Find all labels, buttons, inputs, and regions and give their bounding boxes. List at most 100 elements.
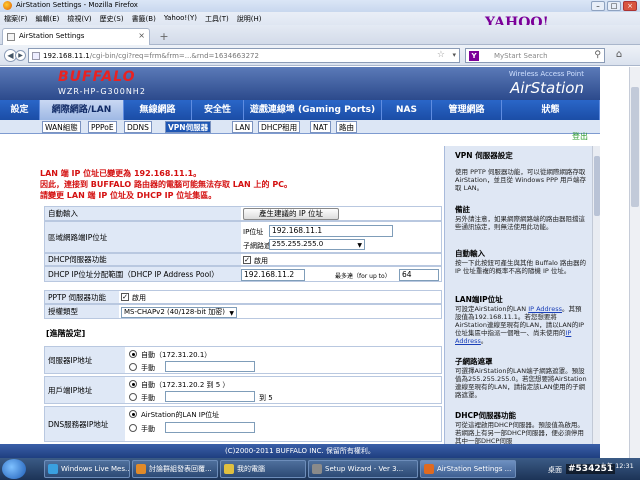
sub-nav-item[interactable]: PPPoE [88,121,117,133]
main-nav-item[interactable]: 管理網路 [432,100,502,120]
tab-airstation-settings[interactable]: AirStation Settings × [2,28,150,45]
client-ip-auto-radio[interactable] [129,380,137,388]
taskbar-item[interactable]: 討論群組發表回覆... [132,460,218,478]
logout-link[interactable]: 登出 [572,131,588,142]
ip-address-label: IP位址 [243,228,264,236]
menu-item[interactable]: 說明(H) [237,14,262,24]
taskbar-item[interactable]: AirStation Settings ... [420,460,516,478]
bookmark-star-icon[interactable]: ☆ [437,50,445,60]
menu-item[interactable]: 檔案(F) [4,14,28,24]
sub-nav: WAN組態 PPPoE DDNS VPN伺服器 LAN DHCP租用 NAT 路由 [0,120,600,134]
main-nav-item[interactable]: 設定 [0,100,40,120]
main-nav-item[interactable]: 安全性 [192,100,244,120]
taskbar-item[interactable]: Setup Wizard - Ver 3... [308,460,418,478]
dns-manual-radio[interactable] [129,424,137,432]
model-name: WZR-HP-G300NH2 [58,87,146,96]
url-dropdown-icon[interactable]: ▾ [452,51,456,59]
menu-item[interactable]: 編輯(E) [36,14,60,24]
url-host: 192.168.11.1 [43,52,90,60]
sub-nav-item[interactable]: DHCP租用 [258,121,301,133]
page-scrollbar[interactable] [629,67,640,458]
server-ip-manual-radio[interactable] [129,363,137,371]
lan-ip-label: 區域網路端IP位址 [45,222,241,252]
client-ip-manual-input[interactable] [165,391,255,402]
close-tab-icon[interactable]: × [138,31,145,40]
help-title: VPN 伺服器設定 [455,151,513,160]
help-subnet-text: 可選擇AirStation的LAN端子網路遮罩。預設值為255.255.255.… [455,367,587,399]
main-nav: 設定 網際網路/LAN 無線網路 安全性 遊戲連線埠 (Gaming Ports) NAS… [0,100,600,120]
start-button[interactable] [2,459,26,479]
url-bar[interactable]: 192.168.11.1/cgi-bin/cgi?req=frm&frm=...… [28,48,460,63]
dhcp-count-input[interactable]: 64 [399,269,439,281]
ip-address-link[interactable]: IP Address [528,305,562,313]
close-button[interactable]: × [623,1,637,11]
help-dhcp-title: DHCP伺服器功能 [455,411,517,420]
taskbar-item-label: Windows Live Mes... [61,465,130,473]
window-title: AirStation Settings - Mozilla Firefox [16,1,138,9]
navigation-bar: ◀ ▶ 192.168.11.1/cgi-bin/cgi?req=frm&frm… [0,45,640,66]
sub-nav-item[interactable]: NAT [310,121,331,133]
server-ip-manual-input[interactable] [165,361,255,372]
help-lanip-title: LAN端IP位址 [455,295,503,304]
server-ip-label: 伺服器IP地址 [45,347,125,373]
page-scrollbar-thumb[interactable] [631,87,639,207]
menu-item[interactable]: 書籤(B) [132,14,156,24]
client-ip-auto-label: 自動（172.31.20.2 到 5 ） [141,381,230,389]
yahoo-search-icon[interactable]: Y [469,51,479,61]
help-lanip-text-a: 可設定AirStation的LAN [455,305,529,313]
help-note-title: 備註 [455,205,470,214]
pptp-server-label: PPTP 伺服器功能 [45,291,119,303]
page-favicon [7,33,15,41]
taskbar-item[interactable]: 我的電腦 [220,460,306,478]
auth-type-select[interactable]: MS-CHAPv2 (40/128-bit 加密) [121,307,237,318]
help-intro: 使用 PPTP 伺服器功能，可以從網際網路存取 AirStation，並且從 W… [455,168,587,192]
forward-arrow-icon[interactable]: ▶ [15,50,26,61]
main-nav-item[interactable]: 無線網路 [124,100,192,120]
taskbar-app-icon [48,464,58,474]
dns-auto-radio[interactable] [129,410,137,418]
airstation-logo: AirStation [510,79,584,97]
help-auto-text: 按一下此按鈕可產生與其他 Buffalo 路由器的 IP 位址重複的概率不高的隨… [455,259,586,275]
main-nav-item[interactable]: 遊戲連線埠 (Gaming Ports) [244,100,382,120]
sub-nav-item[interactable]: VPN伺服器 [165,121,212,133]
sub-nav-item[interactable]: 路由 [336,121,357,133]
taskbar-item[interactable]: Windows Live Mes... [44,460,130,478]
main-nav-item[interactable]: 狀態 [502,100,600,120]
server-ip-auto-label: 自動（172.31.20.1） [141,351,212,359]
server-ip-auto-radio[interactable] [129,350,137,358]
sub-nav-item[interactable]: LAN [232,121,254,133]
magnifier-icon[interactable]: ⚲ [594,50,601,60]
new-tab-button[interactable]: + [156,30,172,44]
dns-manual-input[interactable] [165,422,255,433]
help-scrollbar-thumb[interactable] [594,156,600,216]
menu-item[interactable]: 檢視(V) [67,14,91,24]
main-nav-item[interactable]: 網際網路/LAN [40,100,124,120]
help-scrollbar[interactable] [592,146,600,444]
menu-item[interactable]: Yahoo!(Y) [164,14,197,24]
desktop-label[interactable]: 桌面 [548,465,562,475]
menu-item[interactable]: 歷史(S) [100,14,124,24]
sub-nav-item[interactable]: WAN組態 [42,121,81,133]
globe-icon [32,52,40,60]
home-icon[interactable]: ⌂ [612,49,626,62]
client-ip-label: 用戶端IP地址 [45,377,125,403]
taskbar-app-icon [424,464,434,474]
maximize-button[interactable]: □ [607,1,621,11]
url-path: /cgi-bin/cgi?req=frm&frm=...&rnd=1634663… [89,52,259,60]
ip-address-input[interactable]: 192.168.11.1 [269,225,393,237]
dhcp-start-input[interactable]: 192.168.11.2 [241,269,305,281]
main-nav-item[interactable]: NAS [382,100,432,120]
subnet-mask-select[interactable]: 255.255.255.0 [269,239,365,250]
dhcp-enable-checkbox[interactable]: ✓ [243,256,251,264]
menu-items: 檔案(F) 編輯(E) 檢視(V) 歷史(S) 書籤(B) Yahoo!(Y) 工具(T) 說… [4,14,269,24]
generate-ip-button[interactable]: 產生建議的 IP 位址 [243,208,339,220]
minimize-button[interactable]: – [591,1,605,11]
search-bar[interactable]: Y MyStart Search ⚲ [465,48,605,63]
menu-item[interactable]: 工具(T) [205,14,229,24]
help-lanip-text: 可設定AirStation的LAN IP Address。其預設值為192.16… [455,305,587,345]
help-panel: VPN 伺服器設定 使用 PPTP 伺服器功能，可以從網際網路存取 AirSta… [444,146,592,444]
sub-nav-item[interactable]: DDNS [124,121,152,133]
client-ip-manual-radio[interactable] [129,393,137,401]
pptp-server-row: PPTP 伺服器功能 ✓ 啟用 [44,290,442,304]
pptp-enable-checkbox[interactable]: ✓ [121,293,129,301]
